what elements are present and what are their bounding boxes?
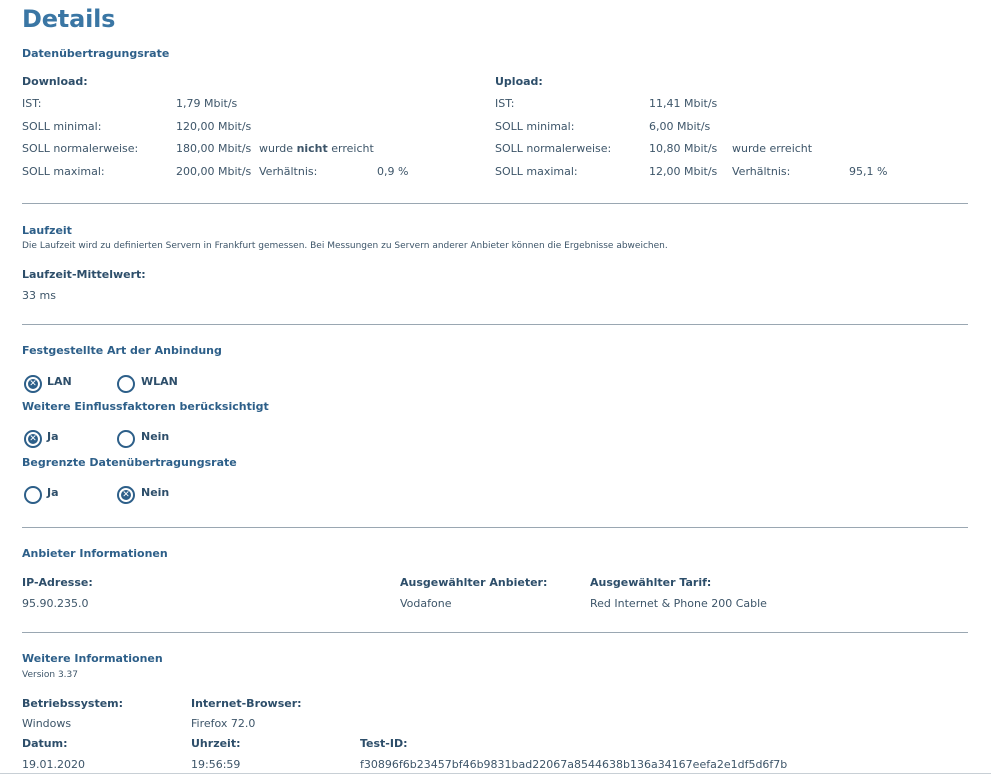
bottom-border (0, 773, 991, 774)
provider-value: Vodafone (400, 597, 452, 610)
version-text: Version 3.37 (22, 670, 78, 680)
date-value: 19.01.2020 (22, 758, 85, 771)
ip-label: IP-Adresse: (22, 576, 93, 589)
browser-value: Firefox 72.0 (191, 717, 256, 730)
radio-wlan-label[interactable]: WLAN (141, 375, 178, 388)
download-status-emphasis: nicht (296, 142, 328, 155)
upload-ratio-value: 95,1 % (849, 165, 888, 178)
radio-wlan[interactable] (117, 375, 135, 393)
tariff-value: Red Internet & Phone 200 Cable (590, 597, 767, 610)
radio-checked-mark-icon: ✕ (121, 490, 131, 500)
divider (22, 632, 968, 633)
latency-note: Die Laufzeit wird zu definierten Servern… (22, 241, 668, 251)
download-normal-label: SOLL normalerweise: (22, 142, 139, 155)
radio-factors-no[interactable] (117, 430, 135, 448)
rate-heading: Datenübertragungsrate (22, 47, 170, 60)
upload-min-label: SOLL minimal: (495, 120, 575, 133)
radio-factors-yes-label[interactable]: Ja (47, 430, 59, 443)
download-status: wurde nicht erreicht (259, 142, 374, 155)
divider (22, 527, 968, 528)
os-value: Windows (22, 717, 72, 730)
download-ratio-label: Verhältnis: (259, 165, 318, 178)
upload-ratio-label: Verhältnis: (732, 165, 791, 178)
provider-label: Ausgewählter Anbieter: (400, 576, 548, 589)
upload-max-value: 12,00 Mbit/s (649, 165, 718, 178)
radio-checked-mark-icon: ✕ (28, 434, 38, 444)
upload-normal-value: 10,80 Mbit/s (649, 142, 718, 155)
testid-value: f30896f6b23457bf46b9831bad22067a8544638b… (360, 758, 788, 771)
provider-heading: Anbieter Informationen (22, 547, 168, 560)
radio-lan[interactable]: ✕ (24, 375, 42, 393)
ip-value: 95.90.235.0 (22, 597, 89, 610)
time-label: Uhrzeit: (191, 737, 241, 750)
latency-mean-value: 33 ms (22, 289, 56, 302)
download-ist-value: 1,79 Mbit/s (176, 97, 238, 110)
testid-label: Test-ID: (360, 737, 408, 750)
upload-normal-label: SOLL normalerweise: (495, 142, 612, 155)
upload-ist-value: 11,41 Mbit/s (649, 97, 718, 110)
download-ratio-value: 0,9 % (377, 165, 409, 178)
divider (22, 203, 968, 204)
radio-limited-yes-label[interactable]: Ja (47, 486, 59, 499)
radio-lan-label[interactable]: LAN (47, 375, 72, 388)
radio-factors-yes[interactable]: ✕ (24, 430, 42, 448)
download-max-label: SOLL maximal: (22, 165, 105, 178)
date-label: Datum: (22, 737, 68, 750)
upload-title: Upload: (495, 75, 543, 88)
tariff-label: Ausgewählter Tarif: (590, 576, 712, 589)
radio-checked-mark-icon: ✕ (28, 379, 38, 389)
connection-heading: Festgestellte Art der Anbindung (22, 344, 222, 357)
latency-heading: Laufzeit (22, 224, 72, 237)
os-label: Betriebssystem: (22, 697, 124, 710)
factors-heading: Weitere Einflussfaktoren berücksichtigt (22, 400, 269, 413)
download-max-value: 200,00 Mbit/s (176, 165, 252, 178)
upload-status: wurde erreicht (732, 142, 813, 155)
radio-limited-yes[interactable] (24, 486, 42, 504)
upload-max-label: SOLL maximal: (495, 165, 578, 178)
download-min-value: 120,00 Mbit/s (176, 120, 252, 133)
upload-min-value: 6,00 Mbit/s (649, 120, 711, 133)
radio-limited-no-label[interactable]: Nein (141, 486, 169, 499)
download-ist-label: IST: (22, 97, 42, 110)
time-value: 19:56:59 (191, 758, 241, 771)
radio-factors-no-label[interactable]: Nein (141, 430, 169, 443)
download-status-suffix: erreicht (331, 142, 374, 155)
upload-ist-label: IST: (495, 97, 515, 110)
latency-mean-label: Laufzeit-Mittelwert: (22, 268, 146, 281)
download-status-prefix: wurde (259, 142, 294, 155)
download-title: Download: (22, 75, 88, 88)
download-normal-value: 180,00 Mbit/s (176, 142, 252, 155)
radio-limited-no[interactable]: ✕ (117, 486, 135, 504)
page-title: Details (22, 5, 116, 33)
more-heading: Weitere Informationen (22, 652, 163, 665)
limited-heading: Begrenzte Datenübertragungsrate (22, 456, 237, 469)
download-min-label: SOLL minimal: (22, 120, 102, 133)
browser-label: Internet-Browser: (191, 697, 302, 710)
divider (22, 324, 968, 325)
